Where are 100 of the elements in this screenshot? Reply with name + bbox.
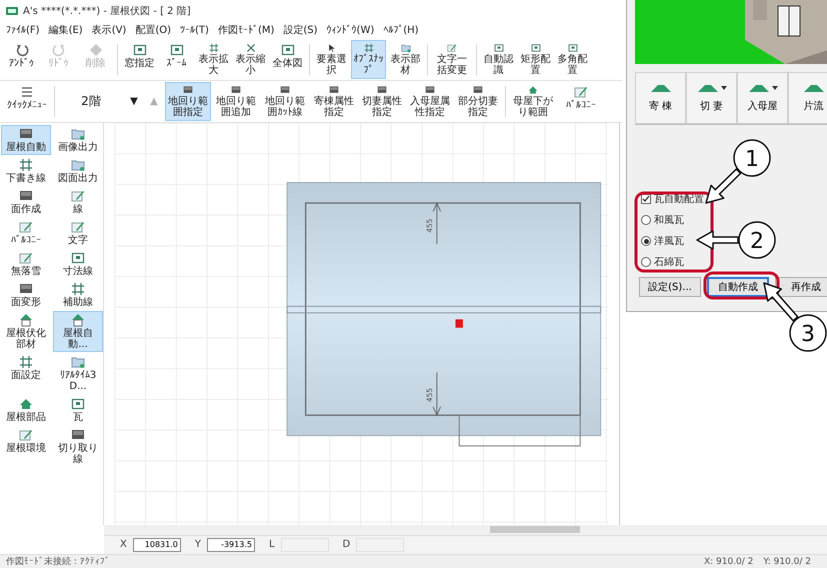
- radio-button[interactable]: [641, 257, 651, 267]
- tile-type-option[interactable]: 石綿瓦: [641, 255, 684, 269]
- menu-item[interactable]: ﾂｰﾙ(T): [180, 24, 209, 36]
- sidebar-item[interactable]: 切り取り線: [53, 426, 103, 467]
- roof-icon: [19, 396, 33, 411]
- toolbar-button[interactable]: ｵﾌﾞｽﾅｯﾌﾟ: [351, 40, 386, 79]
- toolbar-button[interactable]: 矩形配置: [518, 40, 553, 79]
- radio-button[interactable]: [641, 236, 651, 246]
- toolbar-button[interactable]: 要素選択: [314, 40, 349, 79]
- toolbar-button[interactable]: 地回り範囲ｶｯﾄ線: [261, 82, 309, 121]
- panel-icon: [71, 428, 85, 442]
- sidebar-item[interactable]: 屋根自動...: [53, 310, 103, 352]
- redo-icon: [52, 42, 66, 57]
- menu-item[interactable]: ﾍﾙﾌﾟ(H): [383, 24, 419, 36]
- pen-icon: [19, 250, 33, 265]
- toolbar-button[interactable]: 表示縮小: [233, 40, 268, 79]
- toolbar-button[interactable]: 入母屋属性指定: [407, 82, 453, 121]
- grid-icon: [19, 354, 33, 369]
- toolbar-button[interactable]: 寄棟属性指定: [311, 82, 357, 121]
- dimension-label: 455: [425, 388, 434, 402]
- quick-menu-button[interactable]: ｸｲｯｸﾒﾆｭｰ: [4, 82, 50, 121]
- coordinate-label: Y: [194, 539, 201, 550]
- toolbar-button[interactable]: 文字一括変更: [432, 40, 472, 79]
- floor-selector[interactable]: 2階: [59, 82, 123, 121]
- callout-number: 1: [745, 147, 759, 172]
- tile-type-option[interactable]: 洋風瓦: [641, 234, 684, 248]
- toolbar-button[interactable]: 窓指定: [122, 40, 157, 79]
- sidebar-item[interactable]: 文字: [53, 218, 103, 248]
- folder-icon: [71, 354, 85, 369]
- menu-item[interactable]: 設定(S): [283, 23, 318, 38]
- grid-icon: [71, 282, 85, 296]
- sidebar-item[interactable]: 瓦: [53, 394, 103, 425]
- status-readout: X: 910.0/ 2: [704, 556, 754, 566]
- toolbar-button[interactable]: 多角配置: [555, 40, 590, 79]
- dialog-button[interactable]: 自動作成: [707, 277, 769, 297]
- toolbar-button[interactable]: 表示拡大: [196, 40, 231, 79]
- callout-number: 3: [801, 322, 815, 347]
- floor-arrow-button[interactable]: ▼: [125, 82, 143, 121]
- sidebar-item[interactable]: ﾘｱﾙﾀｲﾑ3D...: [53, 352, 103, 394]
- toolbar-button[interactable]: 表示部材: [388, 40, 423, 79]
- sidebar-item[interactable]: ﾊﾞﾙｺﾆｰ: [1, 218, 51, 248]
- frame-icon: [566, 42, 580, 53]
- callout-number: 2: [750, 229, 764, 254]
- sidebar-item[interactable]: 屋根伏化部材: [1, 310, 51, 352]
- diamond-icon: [88, 42, 102, 57]
- toolbar-button[interactable]: 全体図: [270, 40, 305, 79]
- roof-type-button[interactable]: 切 妻: [686, 72, 737, 124]
- roof-type-button[interactable]: 寄 棟: [635, 72, 686, 124]
- checkbox[interactable]: [641, 194, 651, 204]
- window-title: A's ****(*.*.***) - 屋根伏図 - [ 2 階]: [23, 4, 191, 18]
- dialog-button[interactable]: 設定(S)...: [639, 277, 701, 297]
- undo-icon: [14, 42, 28, 57]
- sidebar-item[interactable]: 寸法線: [53, 248, 103, 279]
- sidebar-item[interactable]: 図面出力: [53, 156, 103, 186]
- toolbar-button[interactable]: ｽﾞｰﾑ: [159, 40, 194, 79]
- toolbar-button[interactable]: ｱﾝﾄﾞｩ: [4, 40, 39, 79]
- menu-item[interactable]: 表示(V): [92, 23, 126, 38]
- sidebar-item[interactable]: 屋根環境: [1, 426, 51, 467]
- coordinate-field[interactable]: 10831.0: [132, 538, 181, 552]
- toolbar-button[interactable]: 地回り範囲追加: [213, 82, 259, 121]
- sidebar-item[interactable]: 画像出力: [53, 124, 103, 155]
- sidebar-item[interactable]: 屋根自動: [1, 124, 51, 155]
- frame-icon: [71, 396, 85, 411]
- pen-icon: [445, 42, 459, 53]
- status-message: 作図ﾓｰﾄﾞ未接続 : ｱｸﾃｨﾌﾞ: [6, 556, 110, 568]
- sidebar-item[interactable]: 面作成: [1, 186, 51, 217]
- menu-item[interactable]: ｳｨﾝﾄﾞｳ(W): [326, 24, 374, 36]
- tile-type-option[interactable]: 和風瓦: [641, 213, 684, 227]
- coordinate-label: X: [120, 539, 127, 550]
- sidebar-item[interactable]: 下書き線: [1, 156, 51, 186]
- toolbar-button[interactable]: 部分切妻指定: [455, 82, 501, 121]
- sidebar-item[interactable]: 線: [53, 186, 103, 217]
- frame-icon: [132, 42, 146, 57]
- menu-item[interactable]: 編集(E): [48, 23, 83, 38]
- toolbar-button[interactable]: ﾊﾞﾙｺﾆｰ: [558, 82, 604, 121]
- sidebar-item[interactable]: 面変形: [1, 280, 51, 310]
- roof-type-button[interactable]: 片流: [788, 72, 827, 124]
- sidebar-item[interactable]: 無落雪: [1, 248, 51, 279]
- roof-type-button[interactable]: 入母屋: [737, 72, 788, 124]
- radio-button[interactable]: [641, 215, 651, 225]
- toolbar-button[interactable]: 母屋下がり範囲: [510, 82, 556, 121]
- toolbar-button[interactable]: 地回り範囲指定: [165, 82, 211, 121]
- menu-item[interactable]: 配置(O): [135, 23, 172, 38]
- folder-icon: [71, 126, 85, 141]
- coordinate-field[interactable]: -3913.5: [206, 538, 255, 552]
- scrollbar-thumb[interactable]: [490, 526, 580, 534]
- coordinate-label: L: [268, 539, 275, 550]
- menu-item[interactable]: ﾌｧｲﾙ(F): [6, 24, 40, 36]
- frame-icon: [280, 42, 294, 57]
- callout-circle: [733, 139, 771, 177]
- toolbar-button[interactable]: 自動認識: [481, 40, 516, 79]
- folder-icon: [398, 42, 412, 53]
- horizontal-scrollbar[interactable]: [104, 524, 827, 535]
- dimension-arrow: [432, 372, 442, 416]
- sidebar-item[interactable]: 補助線: [53, 280, 103, 310]
- sidebar-item[interactable]: 屋根部品: [1, 394, 51, 425]
- toolbar-button[interactable]: 切妻属性指定: [359, 82, 405, 121]
- menu-item[interactable]: 作図ﾓｰﾄﾞ(M): [218, 23, 274, 38]
- dialog-button[interactable]: 再作成: [775, 277, 827, 297]
- sidebar-item[interactable]: 面設定: [1, 352, 51, 394]
